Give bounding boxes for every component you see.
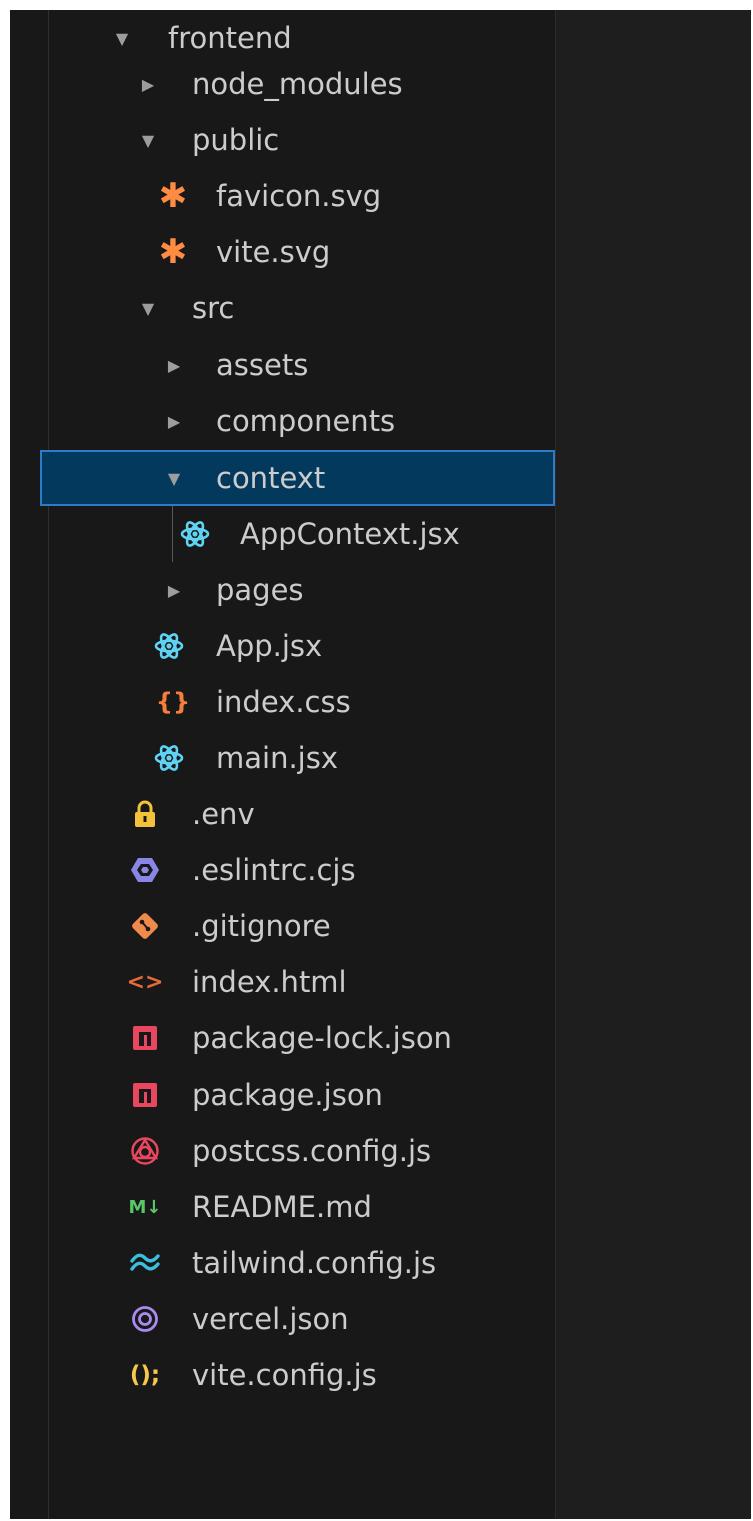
npm-icon bbox=[128, 1078, 162, 1112]
tree-item-label: package.json bbox=[192, 1078, 383, 1112]
tree-item-label: .env bbox=[192, 797, 255, 831]
tree-item-app-jsx[interactable]: App.jsx bbox=[10, 618, 555, 674]
tree-item-index-css[interactable]: {} index.css bbox=[10, 674, 555, 730]
tree-item-package-json[interactable]: package.json bbox=[10, 1067, 555, 1123]
tree-item-label: main.jsx bbox=[216, 741, 339, 775]
tree-item-label: .gitignore bbox=[192, 909, 331, 943]
tree-item-vercel-json[interactable]: vercel.json bbox=[10, 1291, 555, 1347]
tree-item-label: postcss.config.js bbox=[192, 1134, 432, 1168]
tailwind-icon bbox=[128, 1246, 162, 1280]
tree-item-components[interactable]: ▶ components bbox=[10, 393, 555, 449]
tree-item-label: components bbox=[216, 404, 396, 438]
tree-item-label: frontend bbox=[168, 21, 292, 55]
react-icon bbox=[152, 629, 186, 663]
tree-item-vite-config[interactable]: (); vite.config.js bbox=[10, 1347, 555, 1403]
file-explorer: ▼ frontend ▶ node_modules ▼ public ✱ fav… bbox=[10, 10, 556, 1519]
tree-item-label: context bbox=[216, 461, 326, 495]
vercel-icon bbox=[128, 1302, 162, 1336]
tree-item-context[interactable]: ▼ context bbox=[40, 450, 555, 506]
tree-item-pages[interactable]: ▶ pages bbox=[10, 562, 555, 618]
chevron-down-icon[interactable]: ▼ bbox=[112, 29, 132, 48]
tree-item-index-html[interactable]: <> index.html bbox=[10, 954, 555, 1010]
postcss-icon bbox=[128, 1134, 162, 1168]
markdown-icon: M↓ bbox=[128, 1196, 162, 1218]
tree-item-label: vercel.json bbox=[192, 1302, 349, 1336]
html-brackets-icon: <> bbox=[126, 969, 164, 995]
tree-item-eslintrc[interactable]: .eslintrc.cjs bbox=[10, 842, 555, 898]
tree-item-label: App.jsx bbox=[216, 629, 323, 663]
editor-area bbox=[556, 10, 751, 1519]
chevron-right-icon[interactable]: ▶ bbox=[164, 356, 184, 375]
react-icon bbox=[152, 741, 186, 775]
tree-item-label: index.html bbox=[192, 965, 347, 999]
tree-item-src[interactable]: ▼ src bbox=[10, 280, 555, 336]
chevron-right-icon[interactable]: ▶ bbox=[164, 581, 184, 600]
tree-item-favicon-svg[interactable]: ✱ favicon.svg bbox=[10, 168, 555, 224]
tree-item-postcss-config[interactable]: postcss.config.js bbox=[10, 1123, 555, 1179]
chevron-right-icon[interactable]: ▶ bbox=[138, 75, 158, 94]
tree-item-vite-svg[interactable]: ✱ vite.svg bbox=[10, 224, 555, 280]
eslint-icon bbox=[128, 853, 162, 887]
tree-item-label: AppContext.jsx bbox=[240, 517, 460, 551]
chevron-down-icon[interactable]: ▼ bbox=[138, 299, 158, 318]
tree-item-label: vite.svg bbox=[216, 235, 331, 269]
tree-item-readme[interactable]: M↓ README.md bbox=[10, 1179, 555, 1235]
react-icon bbox=[178, 517, 212, 551]
tree-item-appcontext-jsx[interactable]: AppContext.jsx bbox=[10, 506, 555, 562]
tree-item-public[interactable]: ▼ public bbox=[10, 112, 555, 168]
tree-item-env[interactable]: .env bbox=[10, 786, 555, 842]
tree-item-label: .eslintrc.cjs bbox=[192, 853, 356, 887]
tree-item-label: node_modules bbox=[192, 67, 403, 101]
tree-item-label: tailwind.config.js bbox=[192, 1246, 437, 1280]
lock-icon bbox=[128, 797, 162, 831]
tree-item-label: pages bbox=[216, 573, 304, 607]
tree-item-node-modules[interactable]: ▶ node_modules bbox=[10, 56, 555, 112]
tree-item-main-jsx[interactable]: main.jsx bbox=[10, 730, 555, 786]
chevron-down-icon[interactable]: ▼ bbox=[138, 131, 158, 150]
tree-item-assets[interactable]: ▶ assets bbox=[10, 337, 555, 393]
vite-config-icon: (); bbox=[129, 1362, 161, 1388]
svg-file-icon: ✱ bbox=[158, 176, 188, 216]
tree-item-label: README.md bbox=[192, 1190, 372, 1224]
git-icon bbox=[128, 909, 162, 943]
tree-item-tailwind-config[interactable]: tailwind.config.js bbox=[10, 1235, 555, 1291]
chevron-right-icon[interactable]: ▶ bbox=[164, 412, 184, 431]
svg-file-icon: ✱ bbox=[158, 232, 188, 272]
npm-icon bbox=[128, 1021, 162, 1055]
tree-item-package-lock-json[interactable]: package-lock.json bbox=[10, 1010, 555, 1066]
tree-item-label: src bbox=[192, 291, 235, 325]
tree-item-label: assets bbox=[216, 348, 309, 382]
tree-item-gitignore[interactable]: .gitignore bbox=[10, 898, 555, 954]
tree-item-label: package-lock.json bbox=[192, 1021, 452, 1055]
chevron-down-icon[interactable]: ▼ bbox=[164, 469, 184, 488]
tree-item-label: vite.config.js bbox=[192, 1358, 377, 1392]
css-braces-icon: {} bbox=[155, 688, 191, 716]
tree-item-label: index.css bbox=[216, 685, 351, 719]
tree-item-label: public bbox=[192, 123, 280, 157]
tree-item-label: favicon.svg bbox=[216, 179, 382, 213]
